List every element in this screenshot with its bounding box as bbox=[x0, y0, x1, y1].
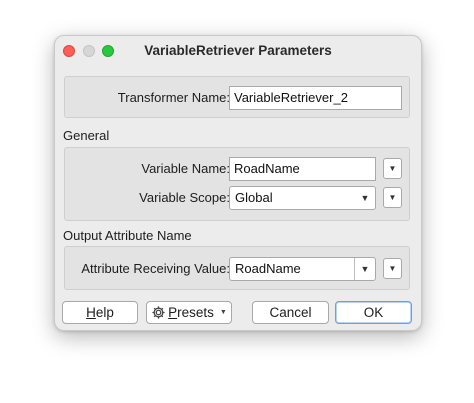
help-button-label: elp bbox=[95, 305, 114, 320]
general-section-label: General bbox=[63, 128, 110, 143]
variable-scope-menu-button[interactable]: ▼ bbox=[383, 187, 402, 208]
variable-scope-label: Variable Scope: bbox=[139, 190, 230, 205]
output-group: Attribute Receiving Value: RoadName ▼ ▼ bbox=[64, 246, 410, 290]
chevron-down-icon: ▼ bbox=[388, 164, 397, 173]
transformer-name-input[interactable]: VariableRetriever_2 bbox=[229, 86, 402, 110]
attribute-receiving-value-select[interactable]: RoadName ▼ bbox=[229, 257, 376, 281]
variable-name-input[interactable]: RoadName bbox=[229, 157, 376, 181]
presets-button[interactable]: Presets ▼ bbox=[146, 301, 232, 324]
variable-name-label: Variable Name: bbox=[141, 161, 230, 176]
presets-button-label: resets bbox=[177, 305, 214, 320]
attribute-receiving-menu-button[interactable]: ▼ bbox=[383, 258, 402, 279]
title-bar: VariableRetriever Parameters bbox=[55, 36, 421, 64]
attribute-receiving-value: RoadName bbox=[235, 261, 301, 276]
variable-scope-select[interactable]: Global ▼ bbox=[229, 186, 376, 210]
transformer-group: Transformer Name: VariableRetriever_2 bbox=[64, 76, 410, 118]
chevron-down-icon: ▼ bbox=[360, 193, 370, 203]
gear-icon bbox=[152, 306, 165, 319]
transformer-name-label: Transformer Name: bbox=[117, 90, 230, 105]
variable-scope-value: Global bbox=[235, 190, 273, 205]
help-button-mnemonic: H bbox=[86, 305, 96, 320]
chevron-down-icon: ▼ bbox=[354, 258, 375, 280]
ok-button[interactable]: OK bbox=[335, 301, 412, 324]
presets-button-mnemonic: P bbox=[168, 305, 178, 320]
chevron-down-icon: ▼ bbox=[388, 193, 397, 202]
variable-name-menu-button[interactable]: ▼ bbox=[383, 158, 402, 179]
help-button[interactable]: Help bbox=[62, 301, 138, 324]
output-section-label: Output Attribute Name bbox=[63, 228, 192, 243]
cancel-button[interactable]: Cancel bbox=[252, 301, 329, 324]
dialog-window: VariableRetriever Parameters Transformer… bbox=[54, 35, 422, 331]
dropdown-triangle-icon: ▼ bbox=[219, 309, 227, 316]
attribute-receiving-value-label: Attribute Receiving Value: bbox=[81, 261, 230, 276]
window-title: VariableRetriever Parameters bbox=[144, 43, 332, 58]
general-group: Variable Name: RoadName ▼ Variable Scope… bbox=[64, 147, 410, 221]
chevron-down-icon: ▼ bbox=[388, 264, 397, 273]
